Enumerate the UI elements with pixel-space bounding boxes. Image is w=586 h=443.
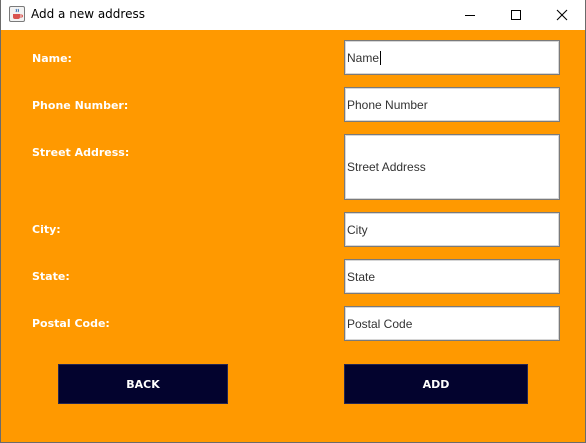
postal-field[interactable]: Postal Code [344,306,560,341]
phone-field-value: Phone Number [347,97,428,112]
add-button[interactable]: ADD [344,364,528,404]
postal-field-value: Postal Code [347,316,413,331]
name-label: Name: [32,52,72,65]
close-button[interactable] [539,0,585,30]
back-button[interactable]: BACK [58,364,228,404]
name-field-value: Name [347,50,380,65]
minimize-icon [465,15,475,16]
maximize-icon [511,10,521,20]
street-field[interactable]: Street Address [344,134,560,200]
phone-label: Phone Number: [32,99,129,112]
city-field-value: City [347,222,368,237]
state-label: State: [32,270,70,283]
minimize-button[interactable] [447,0,493,30]
maximize-button[interactable] [493,0,539,30]
city-field[interactable]: City [344,212,560,247]
java-coffee-icon [9,6,25,22]
phone-field[interactable]: Phone Number [344,87,560,122]
city-label: City: [32,223,61,236]
street-field-value: Street Address [347,160,426,174]
window-title: Add a new address [31,7,145,21]
state-field-value: State [347,269,376,284]
form-panel: Name: Name Phone Number: Phone Number St… [1,30,585,442]
add-address-window: Add a new address Name: Name Phone Numbe… [0,0,586,443]
text-caret [380,50,382,65]
state-field[interactable]: State [344,259,560,294]
street-label: Street Address: [32,146,130,159]
postal-label: Postal Code: [32,317,110,330]
title-bar[interactable]: Add a new address [1,0,585,30]
name-field[interactable]: Name [344,40,560,75]
close-icon [556,9,568,21]
